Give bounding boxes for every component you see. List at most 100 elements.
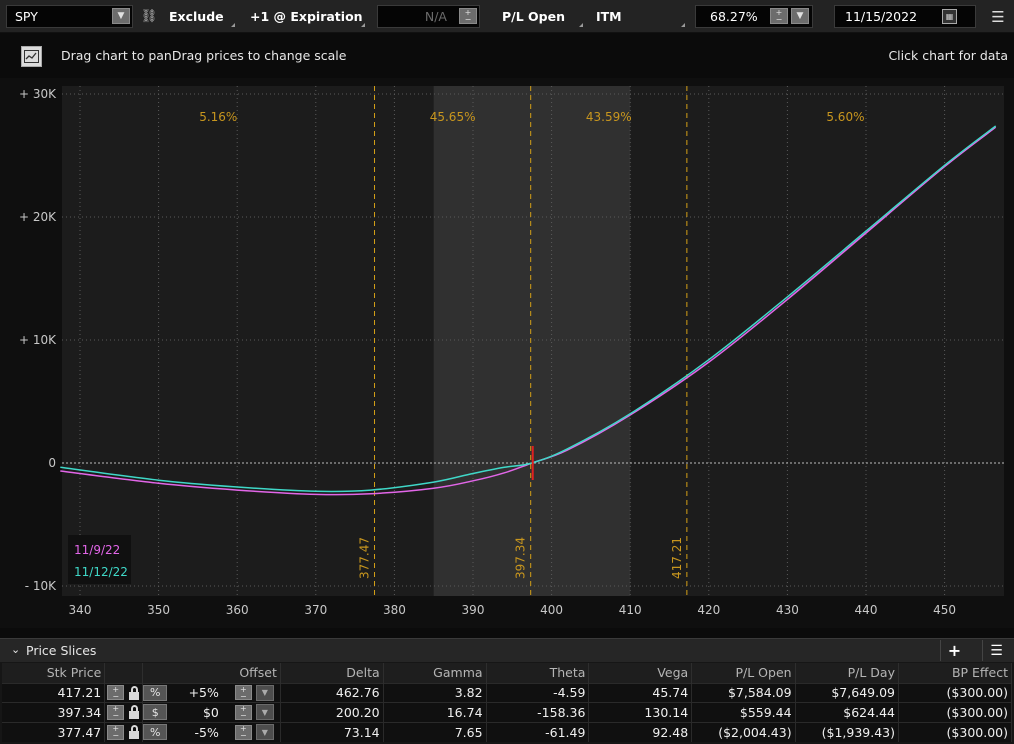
na-stepper[interactable]: + −: [459, 8, 477, 24]
pl-day-cell: $624.44: [795, 702, 899, 722]
exclude-button[interactable]: Exclude: [160, 5, 236, 28]
stk-price-value: 417.21: [57, 685, 102, 701]
bp-effect-cell: ($300.00): [898, 702, 1013, 722]
offset-dropdown-button[interactable]: ▼: [255, 724, 274, 740]
price-controls-cell: + −: [104, 702, 144, 722]
itm-caret-icon: [681, 23, 685, 27]
exclude-label: Exclude: [169, 9, 224, 24]
symbol-field[interactable]: SPY ▼: [6, 5, 133, 28]
probability-dropdown-button[interactable]: ▼: [791, 8, 809, 24]
stk-price-cell[interactable]: 417.21: [2, 682, 106, 703]
theta-cell: -158.36: [486, 702, 590, 722]
x-tick-label: 380: [383, 603, 406, 617]
offset-dropdown-button[interactable]: ▼: [255, 704, 274, 721]
chart-settings-icon[interactable]: [21, 46, 42, 67]
offset-cell: $ $0 + − ▼: [142, 702, 281, 722]
col-header-theta[interactable]: Theta: [486, 663, 590, 683]
symbol-value: SPY: [15, 9, 38, 24]
offset-value[interactable]: $0: [203, 705, 219, 720]
itm-button[interactable]: ITM: [588, 5, 686, 28]
offset-unit-button[interactable]: %: [143, 724, 168, 740]
calendar-icon[interactable]: ▦: [942, 9, 957, 24]
offset-value[interactable]: -5%: [195, 725, 219, 740]
col-header-bp-effect[interactable]: BP Effect: [898, 663, 1013, 683]
menu-icon[interactable]: ☰: [988, 5, 1008, 28]
price-line-label: 377.47: [358, 537, 372, 579]
col-header-pl-day[interactable]: P/L Day: [795, 663, 899, 683]
col-header-stk-price[interactable]: Stk Price: [2, 663, 106, 683]
stk-price-cell[interactable]: 377.47: [2, 721, 106, 742]
offset-cell: % -5% + − ▼: [142, 721, 281, 742]
table-row[interactable]: 377.47 + − % -5% + − ▼ 73.14 7.65 -61.49 9…: [2, 721, 1013, 742]
bp-effect-cell: ($300.00): [898, 721, 1013, 742]
x-tick-label: 360: [226, 603, 249, 617]
price-stepper[interactable]: + −: [107, 685, 125, 701]
x-tick-label: 450: [933, 603, 956, 617]
price-slices-table: Stk Price Offset Delta Gamma Theta Vega …: [2, 663, 1013, 742]
col-header-delta[interactable]: Delta: [280, 663, 384, 683]
col-header-pl-open[interactable]: P/L Open: [691, 663, 796, 683]
na-value: N/A: [424, 9, 447, 24]
delta-cell: 73.14: [280, 721, 384, 742]
collapse-chevron-icon[interactable]: ⌄: [11, 643, 20, 656]
price-controls-cell: + −: [104, 721, 144, 742]
slices-menu-icon[interactable]: ☰: [982, 640, 1010, 661]
date-field[interactable]: 11/15/2022 ▦: [834, 5, 976, 28]
y-tick-label: + 30K: [19, 87, 57, 101]
bp-effect-cell: ($300.00): [898, 682, 1013, 703]
price-line-label: 417.21: [670, 537, 684, 579]
add-slice-button[interactable]: +: [940, 640, 968, 661]
pl-day-cell: $7,649.09: [795, 682, 899, 703]
lock-icon[interactable]: [128, 705, 140, 720]
drag-hint-text: Drag chart to panDrag prices to change s…: [61, 48, 347, 63]
x-tick-label: 400: [540, 603, 563, 617]
pl-open-cell: ($2,004.43): [691, 721, 796, 742]
pl-open-label: P/L Open: [502, 9, 565, 24]
pl-open-button[interactable]: P/L Open: [492, 5, 584, 28]
lock-icon[interactable]: [128, 685, 140, 700]
y-tick-label: - 10K: [25, 579, 57, 593]
link-icon[interactable]: ⛓: [141, 5, 158, 28]
price-slices-panel: ⌄ Price Slices + ☰ Stk Price Offset Delt…: [0, 638, 1014, 744]
offset-dropdown-button[interactable]: ▼: [255, 684, 274, 701]
delta-cell: 462.76: [280, 682, 384, 703]
stk-price-value: 397.34: [57, 704, 102, 720]
col-header-spacer: [104, 663, 144, 683]
offset-stepper[interactable]: + −: [234, 685, 252, 701]
pl-day-cell: ($1,939.43): [795, 721, 899, 742]
probability-stepper[interactable]: + −: [770, 8, 788, 24]
expiration-button[interactable]: +1 @ Expiration: [242, 5, 366, 28]
col-header-offset[interactable]: Offset: [142, 663, 281, 683]
offset-unit-button[interactable]: %: [143, 684, 168, 701]
x-tick-label: 430: [776, 603, 799, 617]
stk-price-cell[interactable]: 397.34: [2, 702, 106, 722]
vega-cell: 45.74: [588, 682, 693, 703]
probability-field[interactable]: 68.27% + − ▼: [695, 5, 813, 28]
offset-value[interactable]: +5%: [189, 685, 219, 700]
symbol-dropdown-button[interactable]: ▼: [112, 8, 130, 24]
col-header-vega[interactable]: Vega: [588, 663, 693, 683]
col-header-gamma[interactable]: Gamma: [383, 663, 487, 683]
table-header-row: Stk Price Offset Delta Gamma Theta Vega …: [2, 663, 1013, 683]
pl-open-cell: $559.44: [691, 702, 796, 722]
offset-unit-button[interactable]: $: [143, 704, 168, 721]
x-tick-label: 340: [69, 603, 92, 617]
date-value: 11/15/2022: [845, 9, 918, 24]
offset-stepper[interactable]: + −: [234, 704, 252, 720]
probability-value: 68.27%: [710, 9, 758, 24]
theta-cell: -61.49: [486, 721, 590, 742]
na-field[interactable]: N/A + −: [377, 5, 480, 28]
price-stepper[interactable]: + −: [107, 704, 125, 720]
x-tick-label: 350: [147, 603, 170, 617]
offset-stepper[interactable]: + −: [234, 724, 252, 740]
table-row[interactable]: 397.34 + − $ $0 + − ▼ 200.20 16.74 -158.36…: [2, 702, 1013, 722]
offset-cell: % +5% + − ▼: [142, 682, 281, 703]
price-slices-title[interactable]: Price Slices: [26, 643, 96, 658]
lock-icon[interactable]: [128, 725, 140, 739]
x-tick-label: 440: [855, 603, 878, 617]
zone-probability-label: 43.59%: [586, 110, 632, 124]
pl-open-caret-icon: [579, 23, 583, 27]
price-stepper[interactable]: + −: [107, 724, 125, 740]
risk-profile-chart[interactable]: 340 350 360 370 380 390 400 410 420 430 440 450 + 30…: [0, 78, 1014, 628]
table-row[interactable]: 417.21 + − % +5% + − ▼ 462.76 3.82 -4.59 4…: [2, 682, 1013, 703]
